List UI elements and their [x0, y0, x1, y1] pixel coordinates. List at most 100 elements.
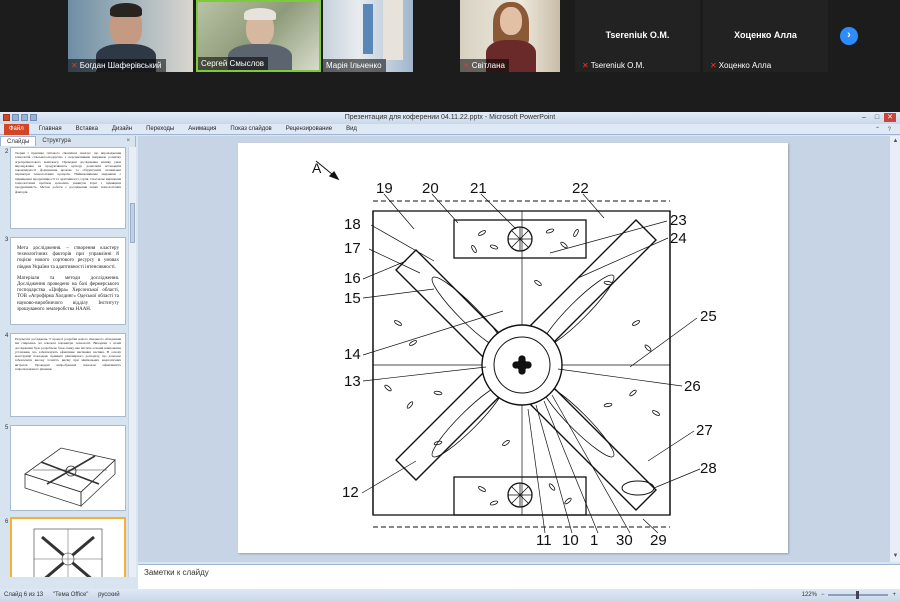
callout-number: 29 [650, 532, 667, 549]
tab-file[interactable]: Файл [4, 123, 29, 135]
tab-review[interactable]: Рецензирование [286, 126, 332, 132]
callout-number: 1 [590, 532, 598, 549]
callout-number: 21 [470, 180, 487, 197]
tab-animations[interactable]: Анимация [188, 126, 216, 132]
panel-scrollbar[interactable] [128, 147, 136, 577]
callout-number: 23 [670, 212, 687, 229]
notes-placeholder: Заметки к слайду [144, 568, 209, 577]
title-bar: Презентация для коферении 04.11.22.pptx … [0, 112, 900, 124]
window-title: Презентация для коферении 04.11.22.pptx … [344, 114, 556, 121]
participant-tile[interactable]: ✕ Богдан Шаферівський [68, 0, 193, 72]
next-participants-button[interactable]: › [840, 27, 858, 45]
technical-drawing: 19 20 21 22 2324 18 17 16 15 25 14 13 26 27 28 12 11 10 1 3… [312, 160, 717, 549]
callout-number: 14 [344, 346, 361, 363]
callout-number: 25 [700, 308, 717, 325]
zoom-slider[interactable] [828, 591, 889, 599]
thumbnail-list: 2 Теория і практика світового сівозмінах… [0, 147, 128, 577]
slides-panel: Слайды Структура × 2 Теория і практика с… [0, 136, 136, 577]
callout-number: 30 [616, 532, 633, 549]
slide-thumbnail[interactable]: Теория і практика світового сівозмінах п… [10, 147, 126, 229]
theme-name: "Тема Office" [52, 592, 89, 598]
participant-name: ✕ Світлана [460, 59, 509, 72]
participant-tile[interactable]: Хоценко Алла ✕ Хоценко Алла [703, 0, 828, 72]
participant-tile[interactable]: Марія Ільченко [323, 0, 413, 72]
thumbnail-drawing [33, 528, 103, 577]
tab-slides[interactable]: Слайды [0, 136, 37, 146]
callout-number: 22 [572, 180, 589, 197]
callout-number: 20 [422, 180, 439, 197]
participant-name: ✕ Хоценко Алла [710, 61, 772, 70]
participant-name: ✕ Богдан Шаферівський [68, 59, 166, 72]
participant-name: Сергей Смыслов [198, 57, 269, 70]
status-bar: Слайд 6 из 13 "Тема Office" русский 122%… [0, 589, 900, 601]
thumbnail-text: Теория і практика світового сівозмінах п… [15, 151, 121, 194]
slide-thumbnail-selected[interactable] [10, 517, 126, 577]
thumbnail-text: Мета дослідження. – створення кластеру т… [17, 246, 119, 270]
close-panel-icon[interactable]: × [126, 138, 130, 144]
slide-edit-area: 19 20 21 22 23 24 18 17 16 15 25 14 13 26 27 28 12 11 10 1 3… [138, 136, 889, 562]
slide-number: 5 [5, 425, 9, 431]
notes-pane[interactable]: Заметки к слайду [138, 564, 900, 589]
panel-tabs: Слайды Структура × [0, 136, 136, 146]
tab-view[interactable]: Вид [346, 126, 357, 132]
participant-tile[interactable]: ✕ Світлана [460, 0, 560, 72]
participant-name: ✕ Tsereniuk O.M. [582, 61, 645, 70]
mic-off-icon: ✕ [582, 61, 589, 70]
tab-insert[interactable]: Вставка [76, 126, 98, 132]
callout-number: 12 [342, 484, 359, 501]
slide-number: 4 [5, 333, 9, 339]
callout-number: 17 [344, 240, 361, 257]
slide-thumbnail[interactable] [10, 425, 126, 511]
participant-big-name: Хоценко Алла [734, 30, 797, 40]
scroll-up-icon[interactable]: ▲ [891, 137, 900, 146]
callout-number: 13 [344, 373, 361, 390]
thumbnail-text: Результати досліджень. У процесі розробк… [15, 337, 121, 372]
participant-big-name: Tsereniuk O.M. [605, 30, 670, 40]
tab-home[interactable]: Главная [39, 126, 62, 132]
callout-number: 19 [376, 180, 393, 197]
video-strip: ✕ Богдан Шаферівський Сергей Смыслов Марі… [0, 0, 900, 112]
participant-tile[interactable]: Сергей Смыслов [196, 0, 321, 72]
callout-number: 24 [670, 230, 687, 247]
powerpoint-window: Презентация для коферении 04.11.22.pptx … [0, 112, 900, 601]
window-controls: – □ ✕ [858, 113, 896, 122]
tab-transitions[interactable]: Переходы [146, 126, 174, 132]
thumbnail-text: Матеріали та методи дослідження. Дослідж… [17, 275, 119, 312]
ribbon-tabs: Файл Главная Вставка Дизайн Переходы Ани… [0, 123, 900, 135]
slide-number: 6 [5, 519, 9, 525]
help-icon[interactable]: ⌃ ? [875, 126, 894, 133]
participant-name: Марія Ільченко [323, 59, 386, 72]
mic-off-icon: ✕ [71, 61, 78, 70]
scroll-thumb[interactable] [130, 203, 135, 243]
callout-number: 10 [562, 532, 579, 549]
slide-number: 3 [5, 237, 9, 243]
mic-off-icon: ✕ [463, 61, 470, 70]
thumbnail-sketch [24, 447, 116, 507]
zoom-thumb[interactable] [856, 591, 860, 599]
tab-slideshow[interactable]: Показ слайдов [230, 126, 271, 132]
callout-number: 18 [344, 216, 361, 233]
mic-off-icon: ✕ [710, 61, 717, 70]
slide-thumbnail[interactable]: Мета дослідження. – створення кластеру т… [10, 237, 126, 325]
slide-number: 2 [5, 149, 9, 155]
callout-number: 26 [684, 378, 701, 395]
zoom-level[interactable]: 122% [802, 589, 817, 601]
slide-thumbnail[interactable]: Результати досліджень. У процесі розробк… [10, 333, 126, 417]
slide-counter: Слайд 6 из 13 [4, 592, 44, 598]
scroll-down-icon[interactable]: ▼ [891, 552, 900, 561]
participant-tile[interactable]: Tsereniuk O.M. ✕ Tsereniuk O.M. [575, 0, 700, 72]
zoom-in-icon[interactable]: + [892, 589, 896, 601]
callout-number: 16 [344, 270, 361, 287]
tab-outline[interactable]: Структура [36, 136, 76, 146]
callout-number: 28 [700, 460, 717, 477]
callout-number: 27 [696, 422, 713, 439]
vertical-scrollbar[interactable]: ▲ ▼ [889, 136, 900, 562]
slide-canvas[interactable]: 19 20 21 22 23 24 18 17 16 15 25 14 13 26 27 28 12 11 10 1 3… [238, 143, 788, 553]
maximize-button[interactable]: □ [871, 113, 883, 122]
language-indicator[interactable]: русский [98, 592, 120, 598]
zoom-out-icon[interactable]: − [821, 589, 825, 601]
tab-design[interactable]: Дизайн [112, 126, 132, 132]
minimize-button[interactable]: – [858, 113, 870, 122]
callout-number: 15 [344, 290, 361, 307]
close-button[interactable]: ✕ [884, 113, 896, 122]
